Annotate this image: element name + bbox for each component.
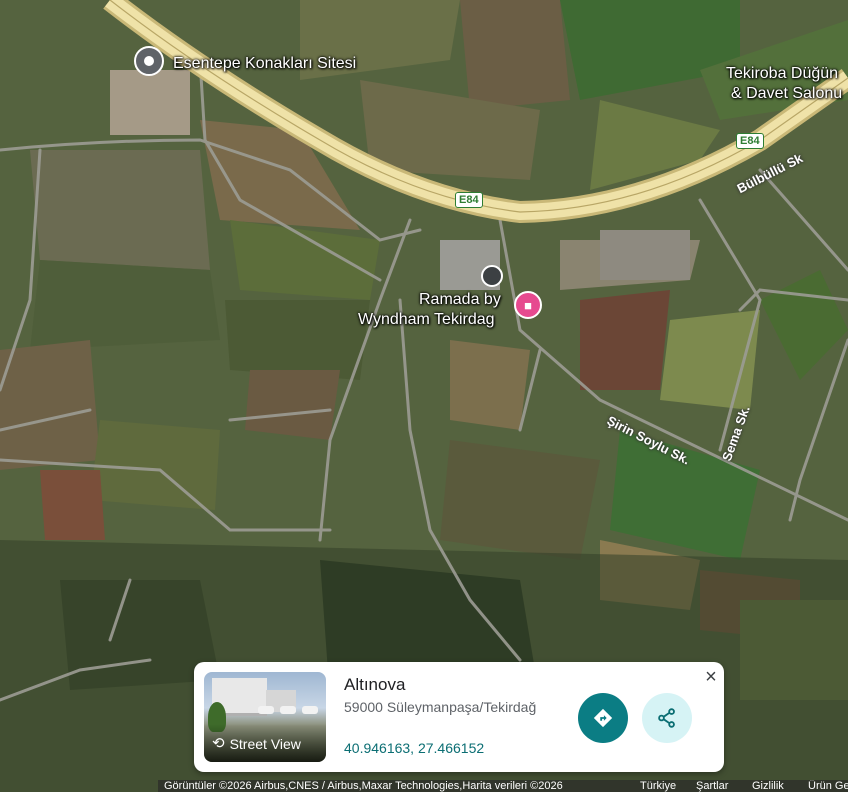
esentepe-pin-icon[interactable] <box>134 46 164 76</box>
place-info-card: ⟲ Street View Altınova 59000 Süleymanpaş… <box>194 662 724 772</box>
thumbnail-car <box>258 706 274 714</box>
street-view-text: Street View <box>229 736 301 752</box>
footer-country[interactable]: Türkiye <box>640 780 676 792</box>
street-view-label[interactable]: ⟲ Street View <box>212 736 301 752</box>
place-label-tekiroba-line2[interactable]: & Davet Salonu <box>731 84 842 103</box>
share-button[interactable] <box>642 693 692 743</box>
directions-icon <box>593 708 613 728</box>
place-title: Altınova <box>344 675 406 694</box>
e84-shield-b: E84 <box>736 133 764 149</box>
hotel-bed-icon[interactable]: ■ <box>514 291 542 319</box>
place-label-ramada-line2[interactable]: Wyndham Tekirdag <box>358 310 495 329</box>
thumbnail-car <box>302 706 318 714</box>
close-icon[interactable]: × <box>700 666 722 688</box>
place-label-esentepe[interactable]: Esentepe Konakları Sitesi <box>173 54 356 73</box>
footer-privacy-link[interactable]: Gizlilik <box>752 780 784 792</box>
e84-shield-a: E84 <box>455 192 483 208</box>
street-view-thumbnail[interactable]: ⟲ Street View <box>204 672 326 762</box>
share-icon <box>658 708 675 728</box>
directions-button[interactable] <box>578 693 628 743</box>
imagery-attribution: Görüntüler ©2026 Airbus,CNES / Airbus,Ma… <box>164 780 563 792</box>
place-label-ramada-line1[interactable]: Ramada by <box>419 290 501 309</box>
map-footer: Görüntüler ©2026 Airbus,CNES / Airbus,Ma… <box>158 780 848 792</box>
place-coordinates[interactable]: 40.946163, 27.466152 <box>344 740 484 756</box>
place-address: 59000 Süleymanpaşa/Tekirdağ <box>344 699 537 715</box>
footer-feedback-link[interactable]: Ürün Geri <box>808 780 848 792</box>
place-label-tekiroba-line1[interactable]: Tekiroba Düğün <box>726 64 838 83</box>
ramada-place-pin-icon[interactable] <box>481 265 503 287</box>
footer-terms-link[interactable]: Şartlar <box>696 780 728 792</box>
thumbnail-car <box>280 706 296 714</box>
street-view-icon: ⟲ <box>212 735 225 752</box>
